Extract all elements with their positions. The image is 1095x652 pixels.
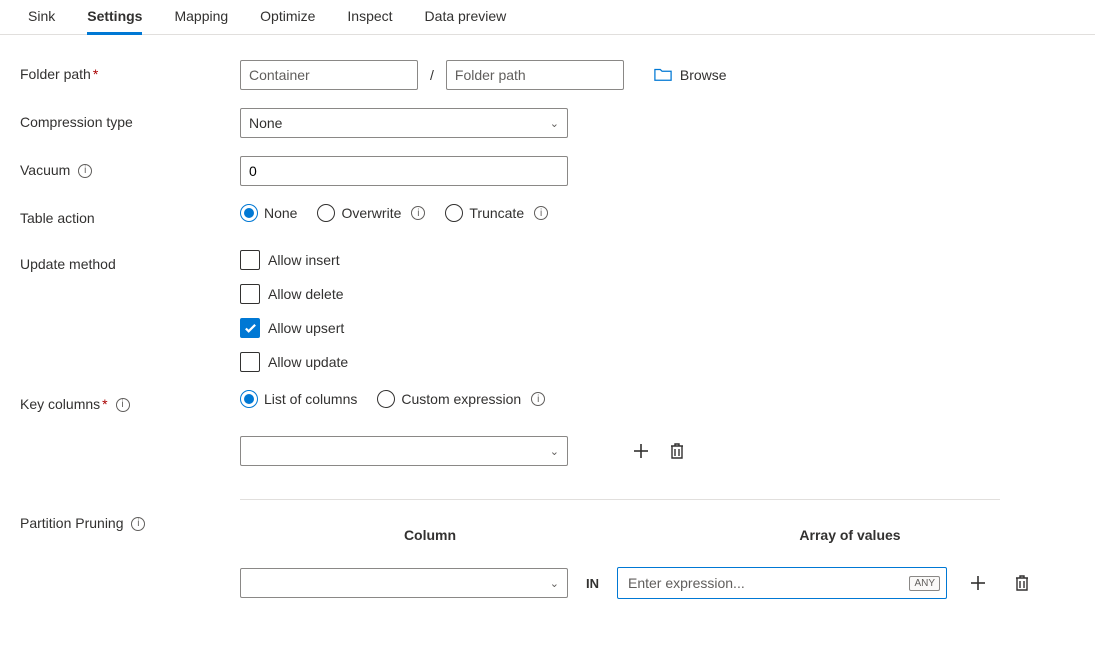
delete-key-column-button[interactable]	[664, 438, 690, 464]
info-icon[interactable]: i	[78, 164, 92, 178]
folder-path-label: Folder path*	[20, 60, 240, 88]
any-badge: ANY	[909, 576, 940, 591]
folder-path-input[interactable]	[446, 60, 624, 90]
add-partition-row-button[interactable]	[965, 570, 991, 596]
table-action-none-radio[interactable]: None	[240, 204, 297, 222]
folder-icon	[654, 66, 672, 85]
allow-update-label: Allow update	[268, 354, 348, 370]
delete-partition-row-button[interactable]	[1009, 570, 1035, 596]
table-action-truncate-radio[interactable]: Truncate i	[445, 204, 548, 222]
allow-upsert-checkbox[interactable]	[240, 318, 260, 338]
allow-delete-label: Allow delete	[268, 286, 344, 302]
vacuum-input[interactable]	[240, 156, 568, 186]
partition-values-header: Array of values	[680, 527, 1020, 543]
path-separator: /	[428, 67, 436, 83]
info-icon[interactable]: i	[131, 517, 145, 531]
compression-type-label: Compression type	[20, 108, 240, 136]
key-columns-label: Key columns* i	[20, 390, 240, 418]
tab-inspect[interactable]: Inspect	[347, 0, 392, 34]
update-method-label: Update method	[20, 250, 240, 278]
table-action-overwrite-radio[interactable]: Overwrite i	[317, 204, 425, 222]
browse-button[interactable]: Browse	[654, 66, 727, 85]
chevron-down-icon: ⌄	[550, 445, 559, 458]
key-columns-custom-expression-radio[interactable]: Custom expression i	[377, 390, 545, 408]
key-column-select[interactable]: ⌄	[240, 436, 568, 466]
allow-insert-checkbox[interactable]	[240, 250, 260, 270]
add-key-column-button[interactable]	[628, 438, 654, 464]
info-icon[interactable]: i	[116, 398, 130, 412]
chevron-down-icon: ⌄	[550, 117, 559, 130]
container-input[interactable]	[240, 60, 418, 90]
partition-pruning-label: Partition Pruning i	[20, 509, 240, 537]
partition-expression-input[interactable]: Enter expression... ANY	[617, 567, 947, 599]
info-icon[interactable]: i	[534, 206, 548, 220]
in-label: IN	[586, 576, 599, 591]
allow-update-checkbox[interactable]	[240, 352, 260, 372]
info-icon[interactable]: i	[411, 206, 425, 220]
partition-column-header: Column	[240, 527, 620, 543]
partition-column-select[interactable]: ⌄	[240, 568, 568, 598]
tab-data-preview[interactable]: Data preview	[425, 0, 507, 34]
vacuum-label: Vacuum i	[20, 156, 240, 184]
tab-optimize[interactable]: Optimize	[260, 0, 315, 34]
allow-upsert-label: Allow upsert	[268, 320, 344, 336]
allow-insert-label: Allow insert	[268, 252, 340, 268]
tabs-bar: Sink Settings Mapping Optimize Inspect D…	[0, 0, 1095, 35]
allow-delete-checkbox[interactable]	[240, 284, 260, 304]
chevron-down-icon: ⌄	[550, 577, 559, 590]
tab-sink[interactable]: Sink	[28, 0, 55, 34]
table-action-label: Table action	[20, 204, 240, 232]
info-icon[interactable]: i	[531, 392, 545, 406]
compression-type-select[interactable]: None ⌄	[240, 108, 568, 138]
key-columns-list-radio[interactable]: List of columns	[240, 390, 357, 408]
tab-mapping[interactable]: Mapping	[174, 0, 228, 34]
tab-settings[interactable]: Settings	[87, 0, 142, 34]
